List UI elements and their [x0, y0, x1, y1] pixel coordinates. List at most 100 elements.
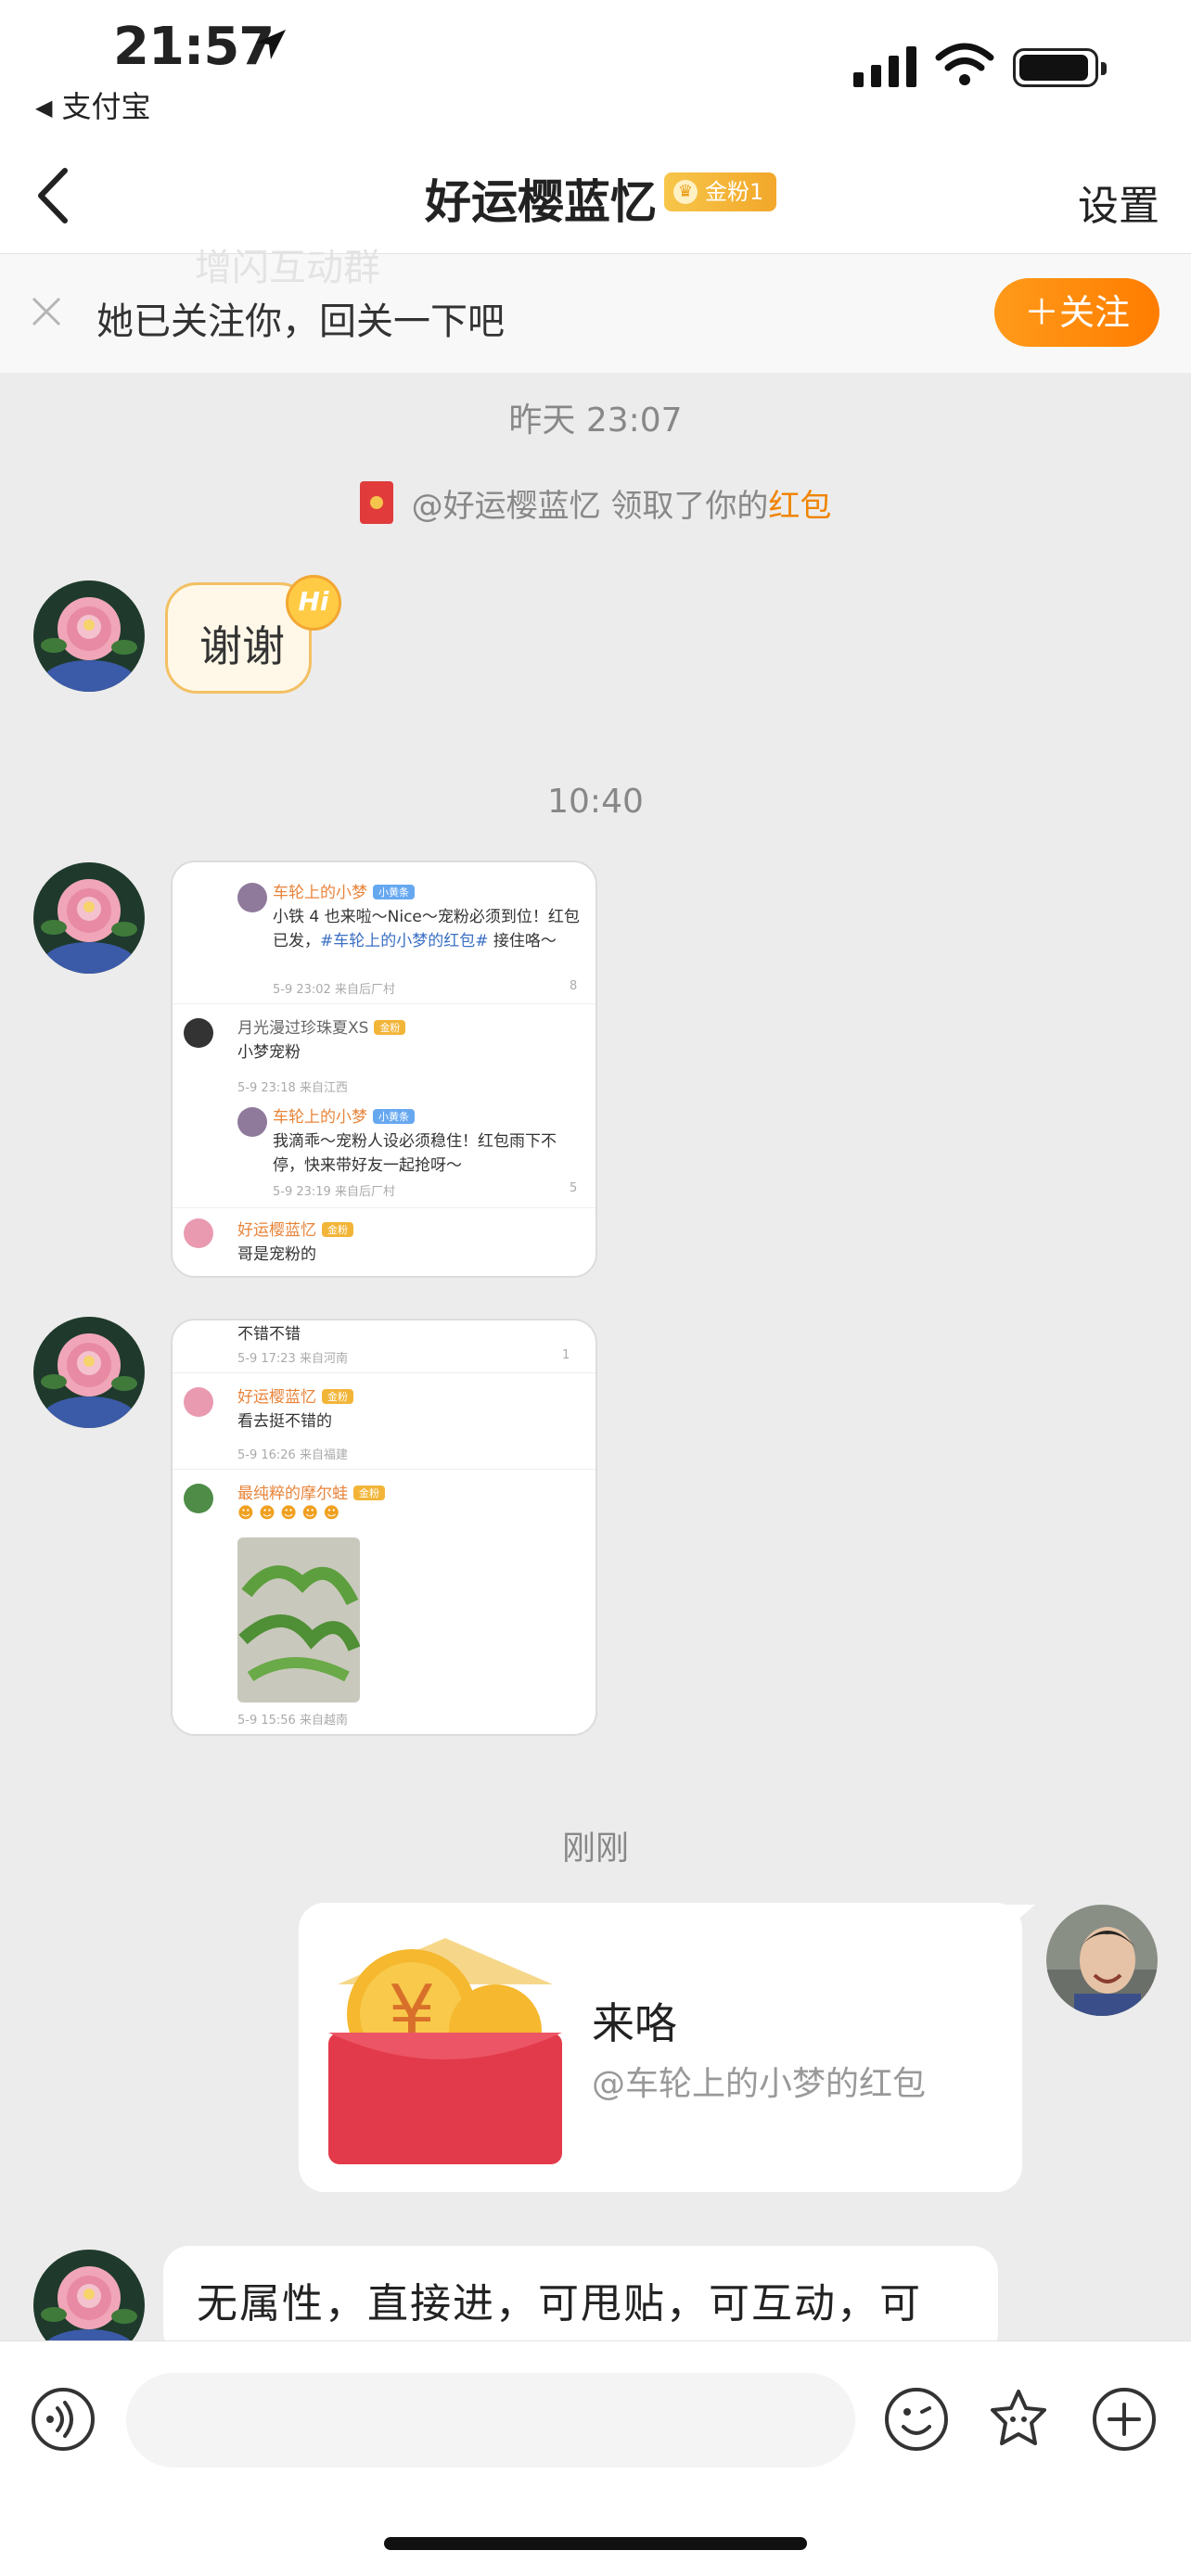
system-message-text: @好运樱蓝忆 领取了你的 — [411, 488, 769, 525]
comment-tag: 金粉 — [353, 1486, 385, 1500]
timestamp: 10:40 — [547, 783, 644, 821]
wifi-icon — [935, 43, 994, 85]
signal-icon — [853, 46, 916, 87]
close-icon[interactable] — [28, 293, 65, 330]
timestamp: 昨天 23:07 — [508, 402, 683, 440]
like-count: 1 — [562, 1348, 570, 1362]
nav-bar: 好运樱蓝忆 ♛ 金粉1 设置 — [0, 139, 1191, 254]
comment-author: 好运樱蓝忆 金粉 — [237, 1384, 353, 1407]
food-photo-icon — [237, 1537, 360, 1702]
avatar[interactable] — [33, 862, 145, 974]
plus-icon[interactable] — [1091, 2386, 1158, 2453]
bubble-tail — [1007, 1905, 1035, 1929]
comment-author-name: 好运樱蓝忆 — [237, 1221, 316, 1240]
red-packet-subtitle: @车轮上的小梦的红包 — [592, 2065, 927, 2103]
mini-avatar — [184, 1484, 213, 1513]
comment-author-name: 月光漫过珍珠夏XS — [237, 1019, 369, 1038]
comment-tag: 金粉 — [374, 1020, 406, 1035]
comment-text: 小梦宠粉 — [237, 1043, 301, 1062]
comment-text: 我滴乖～宠粉人设必须稳住！红包雨下不 — [273, 1132, 557, 1151]
red-packet-title: 来咯 — [592, 1998, 677, 2048]
comment-meta: 5-9 17:23 来自河南 — [237, 1352, 348, 1366]
comment-author: 车轮上的小梦 小黄条 — [273, 1103, 415, 1127]
divider — [173, 1207, 596, 1208]
red-packet-card[interactable]: ¥ 来咯 @车轮上的小梦的红包 — [299, 1903, 1035, 2192]
comment-tag: 小黄条 — [373, 1109, 415, 1124]
emoji-icon[interactable] — [883, 2386, 950, 2453]
back-triangle-icon: ◀ — [35, 95, 53, 121]
screenshot-image-message[interactable]: 不错不错 5-9 17:23 来自河南 1 好运樱蓝忆 金粉 看去挺不错的 5-9… — [171, 1319, 597, 1736]
screenshot-image-message[interactable]: 车轮上的小梦 小黄条 小铁 4 也来啦～Nice～宠粉必须到位！红包 已发，#车轮… — [171, 861, 597, 1278]
hashtag-link: #车轮上的小梦的红包# — [320, 932, 489, 950]
comment-text: 看去挺不错的 — [237, 1412, 332, 1431]
timestamp: 刚刚 — [561, 1830, 629, 1868]
like-count: 5 — [570, 1181, 578, 1195]
follow-prompt: 她已关注你，回关一下吧 — [96, 300, 505, 343]
voice-icon[interactable] — [30, 2386, 96, 2453]
peony-avatar-icon — [33, 580, 145, 692]
divider — [173, 1469, 596, 1470]
comment-author-name: 车轮上的小梦 — [273, 884, 367, 902]
fan-badge-label: 金粉1 — [705, 179, 764, 205]
comment-author-name: 车轮上的小梦 — [273, 1108, 367, 1127]
comment-text: 小铁 4 也来啦～Nice～宠粉必须到位！红包 — [273, 908, 580, 926]
location-arrow-icon — [256, 30, 286, 59]
comment-author-name: 好运樱蓝忆 — [237, 1388, 316, 1407]
follow-banner: 增闪互动群 她已关注你，回关一下吧 ＋关注 — [0, 247, 1191, 373]
comment-author: 最纯粹的摩尔蛙 金粉 — [237, 1480, 385, 1503]
comment-tag: 小黄条 — [373, 885, 415, 899]
status-bar: 21:57 ◀ 支付宝 — [0, 0, 1191, 139]
comment-author: 车轮上的小梦 小黄条 — [273, 879, 415, 902]
mini-avatar — [184, 1387, 213, 1417]
comment-meta: 5-9 23:02 来自后厂村 — [273, 983, 395, 997]
clock: 21:57 — [113, 17, 275, 77]
battery-icon — [1013, 48, 1107, 87]
back-app-label: 支付宝 — [61, 89, 151, 124]
comment-text-part: 接住咯～ — [488, 932, 557, 950]
peony-avatar-icon — [33, 1317, 145, 1428]
comment-meta: 5-9 23:18 来自江西 — [237, 1081, 348, 1095]
comment-text: 已发，#车轮上的小梦的红包# 接住咯～ — [273, 927, 557, 950]
mini-avatar — [237, 883, 267, 912]
back-arrow-icon[interactable] — [28, 163, 83, 228]
message-input[interactable] — [126, 2373, 855, 2468]
system-message: @好运樱蓝忆 领取了你的红包 — [0, 480, 1191, 526]
avatar[interactable] — [33, 580, 145, 692]
settings-button[interactable]: 设置 — [1078, 172, 1159, 232]
mini-avatar — [237, 1107, 267, 1137]
divider — [173, 1003, 596, 1004]
divider — [173, 1372, 596, 1373]
user-photo-icon — [1046, 1905, 1158, 2016]
like-count: 8 — [570, 979, 578, 993]
comment-text: 停，快来带好友一起抢呀～ — [273, 1156, 462, 1175]
comment-tag: 金粉 — [322, 1389, 353, 1404]
message-text: 无属性，直接进，可甩贴，可互动，可 — [197, 2280, 922, 2327]
comment-text: 哥是宠粉的 — [237, 1245, 316, 1264]
hi-sticker-icon: Hi — [286, 575, 341, 631]
red-packet-icon — [359, 481, 393, 524]
comment-author-name: 最纯粹的摩尔蛙 — [237, 1485, 348, 1503]
my-avatar[interactable] — [1046, 1905, 1158, 2016]
comment-meta: 5-9 16:26 来自福建 — [237, 1448, 348, 1462]
mini-avatar — [184, 1018, 213, 1048]
system-message-highlight[interactable]: 红包 — [768, 488, 831, 525]
home-indicator — [384, 2537, 807, 2550]
back-to-app[interactable]: ◀ 支付宝 — [35, 83, 150, 126]
comment-text: 不错不错 — [237, 1325, 301, 1344]
follow-button[interactable]: ＋关注 — [994, 278, 1159, 347]
sticker-icon[interactable] — [985, 2386, 1052, 2453]
chat-title: 好运樱蓝忆 — [425, 175, 657, 229]
ghost-text: 增闪互动群 — [195, 247, 380, 289]
mini-avatar — [184, 1218, 213, 1248]
red-packet-icon: ¥ — [328, 1938, 562, 2164]
crown-icon: ♛ — [673, 180, 698, 204]
avatar[interactable] — [33, 1317, 145, 1428]
comment-author: 月光漫过珍珠夏XS 金粉 — [237, 1014, 406, 1038]
emoji-row: ☻ ☻ ☻ ☻ ☻ — [237, 1504, 340, 1523]
comment-author: 好运樱蓝忆 金粉 — [237, 1217, 353, 1240]
fan-badge: ♛ 金粉1 — [664, 172, 777, 211]
comment-meta: 5-9 23:19 来自后厂村 — [273, 1185, 395, 1199]
comment-meta: 5-9 15:56 来自越南 — [237, 1714, 348, 1728]
comment-tag: 金粉 — [322, 1222, 353, 1237]
peony-avatar-icon — [33, 862, 145, 974]
